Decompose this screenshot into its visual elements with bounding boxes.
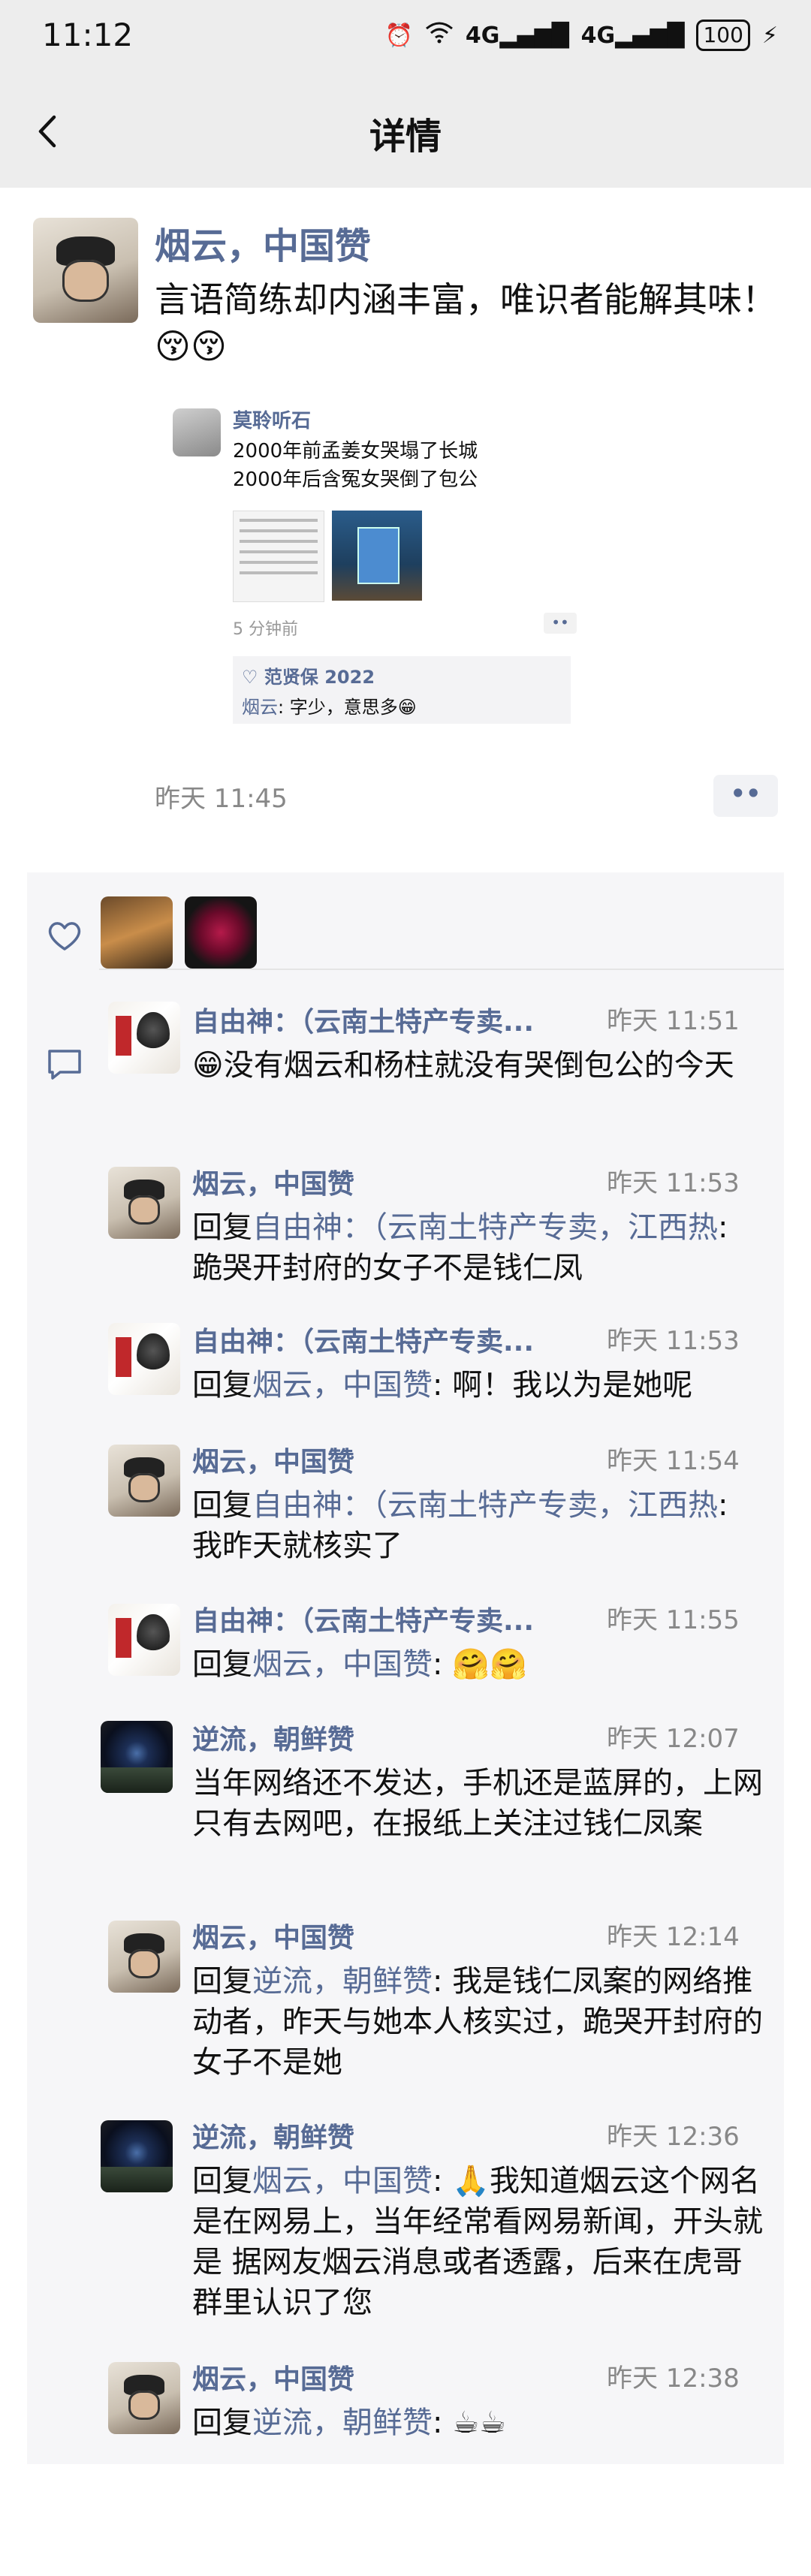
comment-avatar[interactable] (101, 1721, 173, 1793)
reply-to-name[interactable]: 烟云，中国赞 (252, 1368, 433, 1402)
comment-time: 昨天 11:53 (607, 1326, 740, 1356)
comment-time: 昨天 12:14 (607, 1922, 740, 1952)
shared-thumbnail-2 (332, 511, 422, 601)
comment-author[interactable]: 自由神：（云南土特产专卖... (192, 1320, 534, 1359)
comment-author[interactable]: 烟云，中国赞 (192, 2358, 354, 2397)
comment-time: 昨天 12:07 (607, 1724, 740, 1754)
comment-text[interactable]: 回复逆流，朝鲜赞: 我是钱仁凤案的网络推动者，昨天与她本人核实过，跪哭开封府的女… (192, 1961, 763, 2083)
charging-icon: ⚡ (761, 22, 778, 49)
comment-avatar[interactable] (108, 2362, 180, 2434)
comment-time: 昨天 11:55 (607, 1605, 740, 1635)
divider (99, 969, 784, 970)
comment-time: 昨天 11:54 (607, 1446, 740, 1476)
comment-author[interactable]: 自由神：（云南土特产专卖... (192, 1599, 534, 1638)
shared-line-2: 2000年后含冤女哭倒了包公 (233, 469, 478, 491)
wifi-icon (425, 21, 454, 50)
bottom-area (0, 2464, 811, 2576)
post-author-avatar[interactable] (33, 218, 138, 323)
comment-time: 昨天 12:36 (607, 2122, 740, 2152)
comment-author[interactable]: 逆流，朝鲜赞 (192, 2116, 354, 2155)
comment-text[interactable]: 回复逆流，朝鲜赞: ☕☕ (192, 2403, 763, 2443)
post-text: 言语简练却内涵丰富，唯识者能解其味！😚😚 (155, 279, 776, 366)
comment-author[interactable]: 烟云，中国赞 (192, 1440, 354, 1479)
signal-4g-icon-2: 4G▂▄▆█ (580, 22, 685, 49)
shared-thumbnail-1 (233, 511, 324, 602)
comment-avatar[interactable] (108, 1604, 180, 1676)
comment-text[interactable]: 回复烟云，中国赞: 🙏我知道烟云这个网名是在网易上，当年经常看网易新闻，开头就是… (192, 2161, 763, 2323)
signal-4g-icon: 4G▂▄▆█ (465, 22, 569, 49)
comment-text[interactable]: 回复自由神：（云南土特产专卖，江西热: 跪哭开封府的女子不是钱仁凤 (192, 1207, 763, 1288)
nav-bar: 详情 (0, 75, 811, 188)
comment-avatar[interactable] (108, 1921, 180, 1993)
comment-author[interactable]: 逆流，朝鲜赞 (192, 1718, 354, 1757)
comment-text[interactable]: 😁没有烟云和杨柱就没有哭倒包公的今天 (192, 1045, 763, 1086)
comment-time: 昨天 11:53 (607, 1168, 740, 1198)
reply-to-name[interactable]: 逆流，朝鲜赞 (252, 1964, 433, 1999)
comment-author[interactable]: 烟云，中国赞 (192, 1162, 354, 1201)
status-bar: 11:12 ⏰ 4G▂▄▆█ 4G▂▄▆█ 100 ⚡ (0, 0, 811, 75)
battery-icon: 100 (696, 20, 750, 51)
likes-comments-panel: 自由神：（云南土特产专卖... 昨天 11:51 😁没有烟云和杨柱就没有哭倒包公… (27, 872, 784, 2464)
comment-author[interactable]: 自由神：（云南土特产专卖... (192, 1000, 534, 1039)
post-author-name[interactable]: 烟云，中国赞 (155, 216, 371, 269)
comment-text[interactable]: 回复烟云，中国赞: 🤗🤗 (192, 1644, 763, 1685)
shared-moment-image[interactable]: 莫聆听石 2000年前孟姜女哭塌了长城 2000年后含冤女哭倒了包公 5 分钟前… (173, 402, 582, 727)
comment-time: 昨天 12:38 (607, 2364, 740, 2394)
reply-to-name[interactable]: 逆流，朝鲜赞 (252, 2406, 433, 2440)
page-title: 详情 (369, 116, 442, 158)
comment-text[interactable]: 当年网络还不发达，手机还是蓝屏的，上网只有去网吧，在报纸上关注过钱仁凤案 (192, 1763, 763, 1844)
alarm-icon: ⏰ (384, 22, 413, 49)
comment-icon (44, 1044, 86, 1086)
comment-author[interactable]: 烟云，中国赞 (192, 1916, 354, 1955)
comment-time: 昨天 11:51 (607, 1006, 740, 1036)
comment-avatar[interactable] (101, 2120, 173, 2192)
shared-text: 2000年前孟姜女哭塌了长城 2000年后含冤女哭倒了包公 (233, 437, 578, 494)
status-time: 11:12 (42, 17, 134, 53)
reply-to-name[interactable]: 自由神：（云南土特产专卖，江西热 (252, 1210, 718, 1245)
shared-author-avatar (173, 408, 221, 456)
comment-avatar[interactable] (108, 1167, 180, 1239)
reply-to-name[interactable]: 烟云，中国赞 (252, 1647, 433, 1682)
comment-avatar[interactable] (108, 1323, 180, 1395)
liker-avatar[interactable] (101, 896, 173, 969)
shared-comment-box: ♡ 范贤保 2022 烟云: 字少，意思多😁 (233, 656, 571, 724)
heart-icon (44, 914, 86, 957)
reply-to-name[interactable]: 烟云，中国赞 (252, 2164, 433, 2198)
post-time: 昨天 11:45 (155, 784, 288, 814)
shared-more-icon: •• (544, 613, 577, 634)
more-options-button[interactable]: •• (713, 775, 778, 817)
comment-text[interactable]: 回复自由神：（云南土特产专卖，江西热: 我昨天就核实了 (192, 1485, 763, 1566)
comment-avatar[interactable] (108, 1002, 180, 1074)
liker-avatar[interactable] (185, 896, 257, 969)
reply-to-name[interactable]: 自由神：（云南土特产专卖，江西热 (252, 1488, 718, 1523)
status-icons: ⏰ 4G▂▄▆█ 4G▂▄▆█ 100 ⚡ (385, 20, 778, 51)
comment-avatar[interactable] (108, 1445, 180, 1517)
shared-like-names: ♡ 范贤保 2022 (242, 667, 375, 688)
shared-comment: 烟云: 字少，意思多😁 (242, 697, 417, 718)
shared-time: 5 分钟前 (233, 620, 298, 639)
shared-line-1: 2000年前孟姜女哭塌了长城 (233, 440, 478, 462)
shared-author-name: 莫聆听石 (233, 410, 312, 432)
comment-text[interactable]: 回复烟云，中国赞: 啊！我以为是她呢 (192, 1365, 763, 1406)
